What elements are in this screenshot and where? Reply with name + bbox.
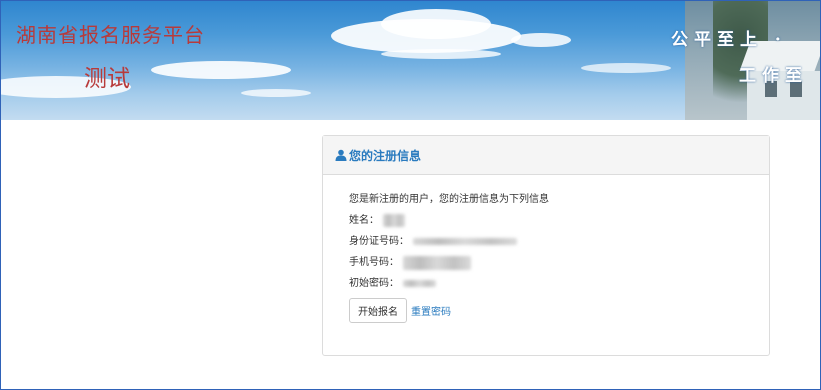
header-banner: 湖南省报名服务平台 测试 公平至上 · 工作至 bbox=[1, 1, 820, 120]
field-label-password: 初始密码： bbox=[349, 278, 399, 289]
cloud bbox=[511, 33, 571, 47]
panel-body: 您是新注册的用户，您的注册信息为下列信息 姓名： 身份证号码： 手机号码： 初始… bbox=[323, 175, 769, 323]
banner-slogan-line1: 公平至上 · bbox=[671, 30, 787, 50]
cloud bbox=[381, 9, 491, 39]
field-label-idcard: 身份证号码： bbox=[349, 236, 409, 247]
registration-info-panel: 您的注册信息 您是新注册的用户，您的注册信息为下列信息 姓名： 身份证号码： 手… bbox=[322, 135, 770, 356]
field-password-row: 初始密码： bbox=[349, 273, 769, 294]
cloud bbox=[151, 61, 291, 79]
intro-text: 您是新注册的用户，您的注册信息为下列信息 bbox=[349, 194, 549, 205]
redacted-phone-value bbox=[403, 255, 471, 270]
site-subtitle: 测试 bbox=[84, 66, 130, 92]
field-name-row: 姓名： bbox=[349, 210, 769, 231]
cloud bbox=[581, 63, 671, 73]
field-label-name: 姓名： bbox=[349, 215, 379, 226]
field-label-phone: 手机号码： bbox=[349, 257, 399, 268]
panel-actions: 开始报名 重置密码 bbox=[349, 298, 769, 323]
panel-title: 您的注册信息 bbox=[349, 148, 422, 163]
field-idcard-row: 身份证号码： bbox=[349, 231, 769, 252]
user-icon bbox=[335, 149, 347, 161]
cloud bbox=[381, 49, 501, 59]
redacted-name-value bbox=[383, 214, 405, 227]
reset-password-link[interactable]: 重置密码 bbox=[411, 303, 451, 318]
cloud bbox=[241, 89, 311, 97]
panel-header: 您的注册信息 bbox=[323, 136, 769, 175]
redacted-idcard-value bbox=[413, 238, 517, 245]
banner-slogan-line2: 工作至 bbox=[739, 66, 808, 86]
page-frame: 湖南省报名服务平台 测试 公平至上 · 工作至 您的注册信息 您是新注册的用户，… bbox=[0, 0, 821, 390]
start-registration-button[interactable]: 开始报名 bbox=[349, 298, 407, 323]
field-phone-row: 手机号码： bbox=[349, 252, 769, 273]
site-title: 湖南省报名服务平台 bbox=[16, 23, 205, 47]
redacted-password-value bbox=[403, 280, 436, 287]
